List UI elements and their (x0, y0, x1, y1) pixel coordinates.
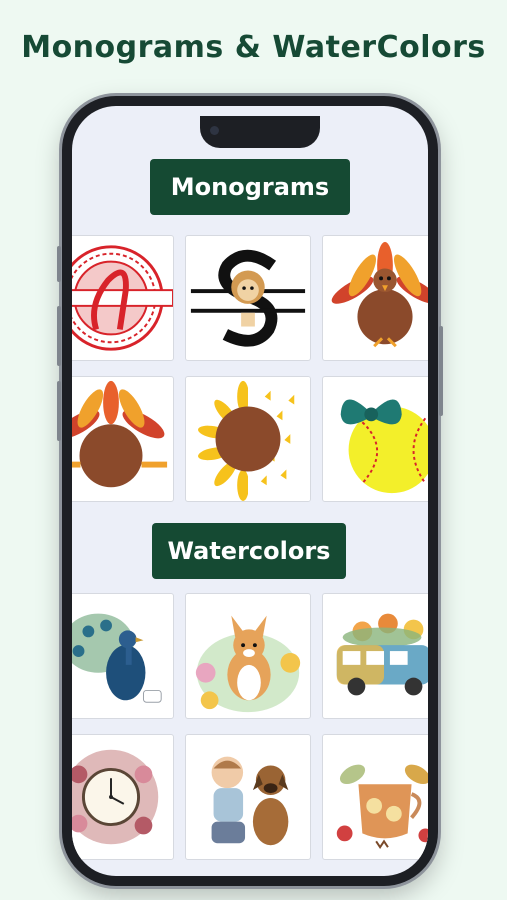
front-camera-icon (210, 126, 219, 135)
peacock-watercolor-icon[interactable] (72, 593, 174, 719)
turkey-monogram-icon[interactable] (322, 235, 428, 361)
monograms-section-label[interactable]: Monograms (150, 159, 350, 215)
lion-letter-s-monogram-icon[interactable] (185, 235, 311, 361)
volume-up-button (57, 306, 61, 366)
boy-and-puppy-watercolor-icon[interactable] (185, 734, 311, 860)
phone-screen: Monograms Watercolors (72, 106, 428, 876)
tea-cup-watercolor-icon[interactable] (322, 734, 428, 860)
phone-mockup: Monograms Watercolors (57, 96, 443, 886)
mandala-letter-monogram-icon[interactable] (72, 235, 174, 361)
sunflower-butterfly-monogram-icon[interactable] (185, 376, 311, 502)
page-headline: Monograms & WaterColors (21, 30, 486, 65)
turkey-circle-monogram-icon[interactable] (72, 376, 174, 502)
phone-notch (200, 116, 320, 148)
floral-clock-watercolor-icon[interactable] (72, 734, 174, 860)
mute-switch (57, 246, 61, 282)
watercolors-section-label[interactable]: Watercolors (152, 523, 346, 579)
power-button (439, 326, 443, 416)
volume-down-button (57, 381, 61, 441)
floral-van-watercolor-icon[interactable] (322, 593, 428, 719)
softball-bow-monogram-icon[interactable] (322, 376, 428, 502)
corgi-flowers-watercolor-icon[interactable] (185, 593, 311, 719)
